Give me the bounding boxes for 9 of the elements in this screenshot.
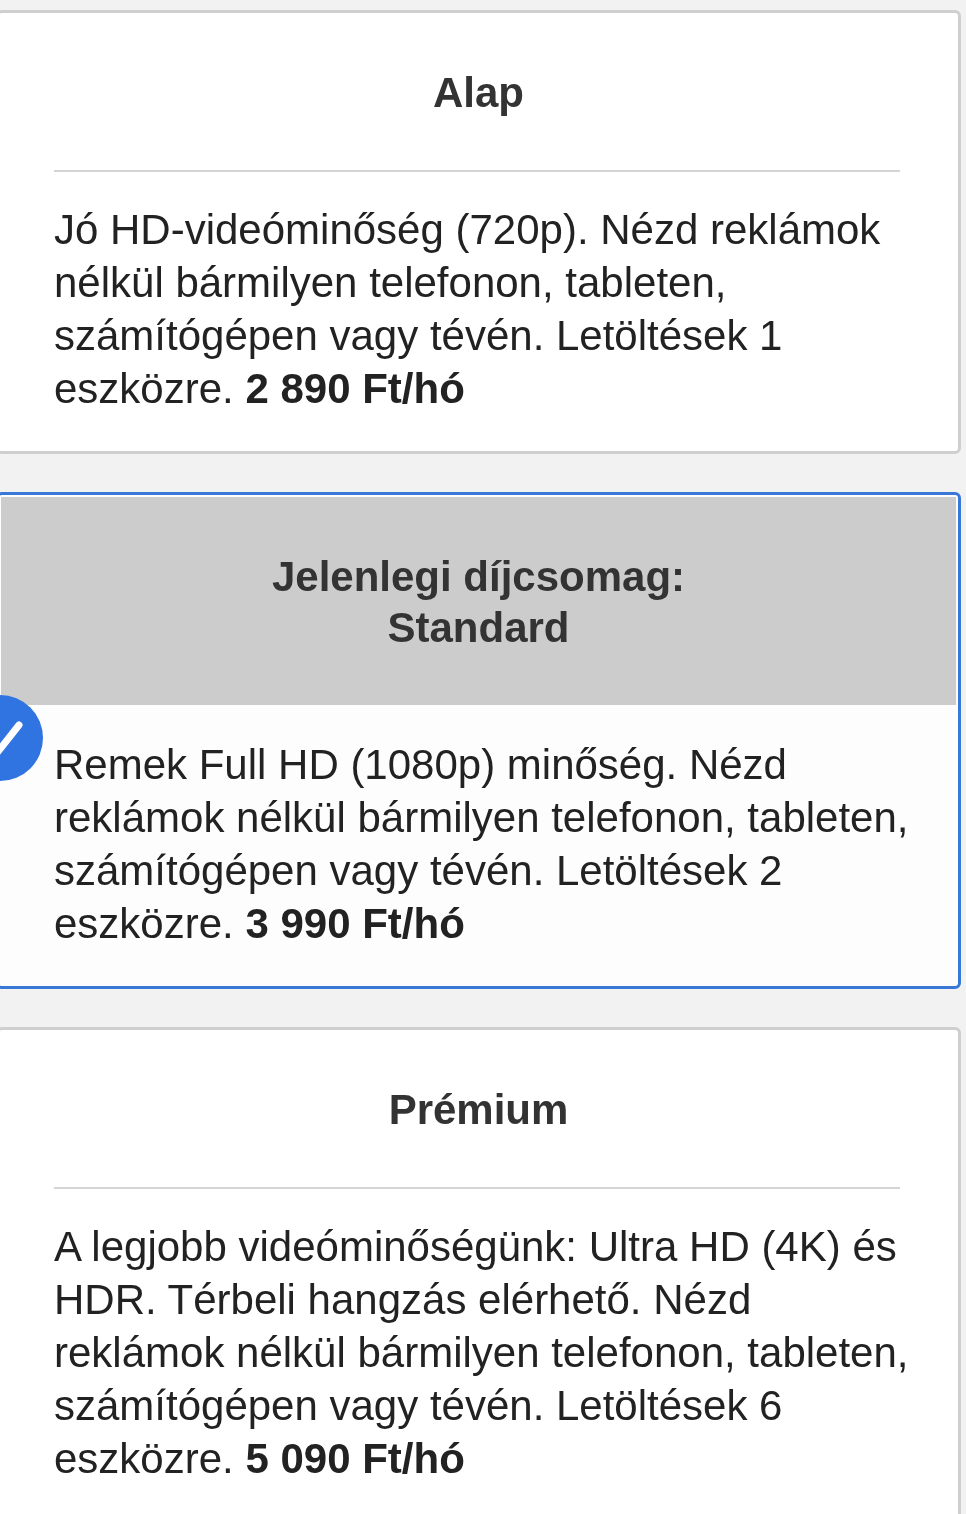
plan-card[interactable]: Jelenlegi díjcsomag: Standard Remek Full HD (1080p) minőség. Nézd reklámok nélkül bármilyen telefonon, tableten, számítógépen vagy tévén. Letöltések 2 eszközre. 3 990 Ft/hó (0, 492, 961, 989)
plan-card[interactable]: Prémium A legjobb videóminőségünk: Ultra HD (4K) és HDR. Térbeli hangzás elérhető. Nézd reklámok nélkül bármilyen telefonon, tableten, számítógépen vagy tévén. Letöltések 6 eszközre. 5 090 Ft/hó (0, 1027, 961, 1514)
plan-description: A legjobb videóminőségünk: Ultra HD (4K) és HDR. Térbeli hangzás elérhető. Nézd reklámok nélkül bármilyen telefonon, tableten, számítógépen vagy tévén. Letöltések 6 eszközre. 5 090 Ft/hó (54, 1222, 910, 1484)
plan-title: Jelenlegi díjcsomag: Standard (270, 552, 687, 653)
plan-description: Jó HD-videóminőség (720p). Nézd reklámok nélkül bármilyen telefonon, tableten, számítógépen vagy tévén. Letöltések 1 eszközre. 2 890 Ft/hó (54, 205, 882, 414)
plan-description: Remek Full HD (1080p) minőség. Nézd reklámok nélkül bármilyen telefonon, tableten, számítógépen vagy tévén. Letöltések 2 eszközre. 3 990 Ft/hó (54, 740, 910, 949)
plan-card[interactable]: Alap Jó HD-videóminőség (720p). Nézd reklámok nélkül bármilyen telefonon, tableten, számítógépen vagy tévén. Letöltések 1 eszközre. 2 890 Ft/hó (0, 10, 961, 454)
plan-title: Prémium (387, 1085, 570, 1135)
plan-title: Alap (432, 68, 525, 118)
